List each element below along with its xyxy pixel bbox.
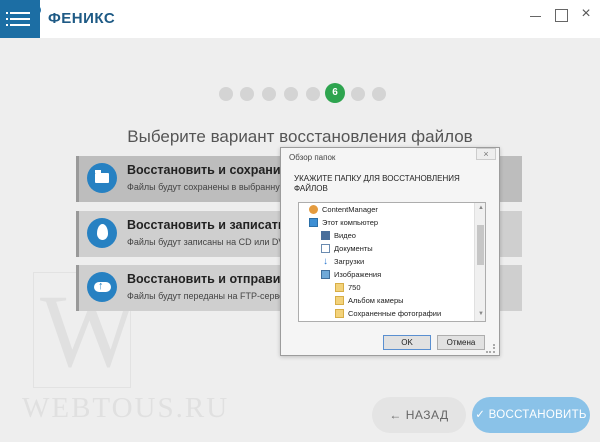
tree-item-video[interactable]: Видео [299,229,474,242]
watermark-text: WEBTOUS.RU [22,392,230,424]
scroll-down-arrow-icon[interactable]: ▼ [475,311,485,317]
flame-icon [87,218,117,248]
app-logo [0,0,41,40]
tree-item-content-manager[interactable]: ContentManager [299,203,474,216]
tree-item-saved-pictures[interactable]: Сохраненные фотографии [299,307,474,320]
scroll-up-arrow-icon[interactable]: ▲ [475,205,485,211]
downloads-icon: ↓ [323,256,328,267]
tree-item-750[interactable]: 750 [299,281,474,294]
cancel-button[interactable]: Отмена [437,335,485,350]
step-dot [351,87,365,101]
step-dot [284,87,298,101]
ok-button[interactable]: OK [383,335,431,350]
tree-item-documents[interactable]: Документы [299,242,474,255]
step-dot-current: 6 [325,83,345,103]
tree-item-label: Сохраненные фотографии [348,309,442,318]
tree-item-label: Видео [334,231,356,240]
step-indicator: 6 [0,83,600,107]
title-bar: ФЕНИКС × [0,0,600,40]
option-title: Восстановить и записать н [127,218,297,232]
tree-item-label: Изображения [334,270,382,279]
tree-item-label: Документы [334,244,373,253]
step-dot [240,87,254,101]
close-button[interactable]: × [576,5,596,25]
option-description: Файлы будут записаны на CD или DVD [127,237,291,247]
user-icon [309,205,318,214]
cloud-upload-icon [87,272,117,302]
resize-grip-icon[interactable] [486,344,495,353]
dialog-instruction: УКАЖИТЕ ПАПКУ ДЛЯ ВОССТАНОВЛЕНИЯ ФАЙЛОВ [294,174,460,193]
minimize-button[interactable] [526,5,546,25]
dialog-title: Обзор папок [289,153,336,162]
tree-item-label: 750 [348,283,361,292]
step-dot [219,87,233,101]
step-dot [372,87,386,101]
option-description: Файлы будут сохранены в выбранную [127,182,287,192]
tree-scrollbar[interactable]: ▲ ▼ [474,203,485,321]
tree-item-label: Загрузки [334,257,365,266]
gear-icon [31,5,41,15]
option-title: Восстановить и отправить [127,272,295,286]
tree-item-label: Альбом камеры [348,296,404,305]
documents-icon [321,244,330,253]
scrollbar-thumb[interactable] [477,225,484,265]
step-dot [306,87,320,101]
folder-icon [335,296,344,305]
tree-item-label: Этот компьютер [322,218,379,227]
restore-button-label: ВОССТАНОВИТЬ [488,409,587,421]
computer-icon [309,218,318,227]
folder-icon [335,309,344,318]
tree-item-downloads[interactable]: ↓ Загрузки [299,255,474,268]
browse-folder-dialog: Обзор папок × УКАЖИТЕ ПАПКУ ДЛЯ ВОССТАНО… [280,147,500,356]
menu-icon[interactable] [10,12,30,30]
folder-icon [87,163,117,193]
restore-button[interactable]: ✓ ВОССТАНОВИТЬ [472,397,590,433]
tree-item-camera-roll[interactable]: Альбом камеры [299,294,474,307]
maximize-button[interactable] [551,5,571,25]
folder-tree[interactable]: ContentManager Этот компьютер Видео Доку… [298,202,486,322]
back-button[interactable]: ← НАЗАД [372,397,466,433]
arrow-left-icon: ← [389,408,402,422]
video-folder-icon [321,231,330,240]
back-button-label: НАЗАД [405,408,449,422]
check-icon: ✓ [475,409,486,421]
step-dot [262,87,276,101]
option-description: Файлы будут переданы на FTP-сервер [127,291,290,301]
tree-item-this-computer[interactable]: Этот компьютер [299,216,474,229]
option-title: Восстановить и сохранить н [127,163,306,177]
tree-item-pictures[interactable]: Изображения [299,268,474,281]
tree-item-label: ContentManager [322,205,378,214]
page-heading: Выберите вариант восстановления файлов [127,127,473,146]
app-title: ФЕНИКС [48,10,116,27]
folder-icon [335,283,344,292]
pictures-icon [321,270,330,279]
dialog-close-button[interactable]: × [476,148,496,160]
